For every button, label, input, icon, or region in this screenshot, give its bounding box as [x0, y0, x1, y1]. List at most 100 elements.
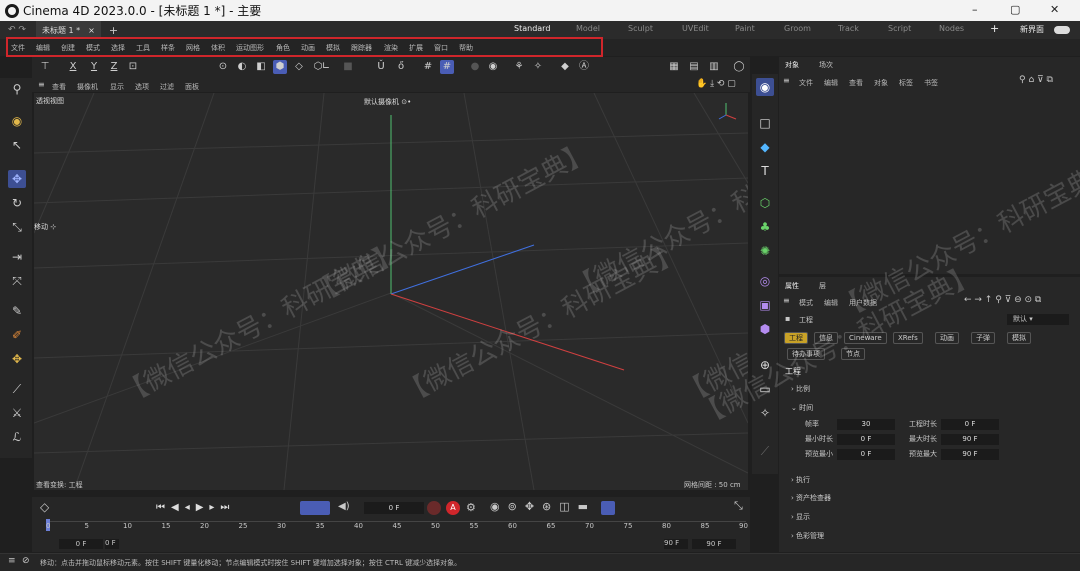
autokey-icon[interactable]: A: [446, 501, 460, 515]
viewport-camera-label[interactable]: 默认摄像机 ⊙•: [364, 97, 411, 107]
field-object-icon[interactable]: ◎: [756, 272, 774, 290]
timeline-start-field-2[interactable]: 0 F: [105, 539, 119, 549]
timeline-start-field[interactable]: 0 F: [59, 539, 103, 549]
snap-settings-icon[interactable]: ő: [394, 60, 408, 74]
layout-tab-model[interactable]: Model: [576, 24, 600, 33]
volume-icon[interactable]: ▣: [756, 296, 774, 314]
layout-tab-sculpt[interactable]: Sculpt: [628, 24, 653, 33]
objects-menu-bookmarks[interactable]: 书签: [924, 78, 938, 88]
section-asset-inspector[interactable]: › 资产检查器: [791, 493, 831, 503]
subdivision-icon[interactable]: ⬡: [756, 194, 774, 212]
field-value[interactable]: 0 F: [941, 419, 999, 430]
keyframe-diamond-icon[interactable]: ◇: [40, 500, 49, 514]
timeline-expand-icon[interactable]: ⤡: [734, 499, 743, 513]
knife-icon[interactable]: ⚔: [8, 404, 26, 422]
axis-tool-icon[interactable]: ⤧: [8, 272, 26, 290]
polygon-mode-icon[interactable]: ⬢: [273, 60, 287, 74]
subtab-animation[interactable]: 动画: [935, 332, 959, 344]
snap-axis-icon[interactable]: ∟: [319, 60, 333, 74]
attributes-menu-icon[interactable]: ≡: [783, 296, 790, 305]
new-interface-toggle[interactable]: [1054, 26, 1070, 34]
cloner-icon[interactable]: ♣: [756, 218, 774, 236]
maximize-button[interactable]: ▢: [1010, 3, 1020, 16]
field-value[interactable]: 0 F: [837, 449, 895, 460]
viewport-menu-filter[interactable]: 过滤: [160, 82, 174, 92]
layout-tab-paint[interactable]: Paint: [735, 24, 755, 33]
deformer-icon[interactable]: ✺: [756, 242, 774, 260]
field-value[interactable]: 90 F: [941, 449, 999, 460]
viewport-navigation-icons[interactable]: ✋ ⤓ ⟲ ▢: [696, 79, 736, 89]
sculpt-icon[interactable]: ℒ: [8, 428, 26, 446]
objects-search-filter-icons[interactable]: ⚲ ⌂ ⊽ ⧉: [1019, 75, 1053, 85]
timeline-end-field[interactable]: 90 F: [664, 539, 688, 549]
viewport-menu-panel[interactable]: 面板: [185, 82, 199, 92]
objects-menu-tags[interactable]: 标签: [899, 78, 913, 88]
section-color-management[interactable]: › 色彩管理: [791, 531, 824, 541]
cube-icon[interactable]: ◆: [756, 138, 774, 156]
solo-icon[interactable]: ■: [341, 60, 355, 74]
objects-menu-view[interactable]: 查看: [849, 78, 863, 88]
attributes-menu-mode[interactable]: 模式: [799, 298, 813, 308]
dynamics-icon[interactable]: ⚘: [512, 60, 526, 74]
scale-tool-icon[interactable]: ⤡: [8, 218, 26, 236]
texture-mode-icon[interactable]: ◐: [235, 60, 249, 74]
live-selection-icon[interactable]: ◉: [8, 112, 26, 130]
spline-rectangle-icon[interactable]: □: [756, 114, 774, 132]
undo-redo-icon[interactable]: ↶ ↷: [8, 25, 26, 35]
current-frame-field[interactable]: 0 F: [364, 502, 424, 514]
search-icon[interactable]: ⚲: [8, 80, 26, 98]
section-time[interactable]: ⌄ 时间: [791, 403, 813, 413]
tab-attributes[interactable]: 属性: [785, 281, 799, 291]
record-icon[interactable]: [427, 501, 441, 515]
grid-snap-icon[interactable]: #: [421, 60, 435, 74]
key-filter-icon[interactable]: [601, 501, 615, 515]
axis-x-button[interactable]: X: [66, 60, 80, 74]
render-picture-viewer-icon[interactable]: ▤: [687, 60, 701, 74]
field-icon[interactable]: ✧: [531, 60, 545, 74]
field-value[interactable]: 30: [837, 419, 895, 430]
spline-sketch-icon[interactable]: ✐: [8, 326, 26, 344]
render-view-icon[interactable]: ▦: [667, 60, 681, 74]
viewport-menu-options[interactable]: 选项: [135, 82, 149, 92]
text-spline-icon[interactable]: T: [756, 162, 774, 180]
objects-menu-edit[interactable]: 编辑: [824, 78, 838, 88]
record-inactive-icon[interactable]: ●: [468, 60, 482, 74]
viewport-menu-view[interactable]: 查看: [52, 82, 66, 92]
layout-tab-standard[interactable]: Standard: [514, 24, 551, 38]
viewport-menu-camera[interactable]: 摄像机: [77, 82, 98, 92]
object-mode-icon[interactable]: ◧: [254, 60, 268, 74]
snap-icon[interactable]: Ǔ: [374, 60, 388, 74]
volume-mesher-icon[interactable]: ⬢: [756, 320, 774, 338]
asset-icon[interactable]: Ⓐ: [577, 60, 591, 74]
preset-dropdown[interactable]: 默认 ▾: [1007, 314, 1069, 325]
section-display[interactable]: › 显示: [791, 512, 810, 522]
perspective-viewport[interactable]: 透视视图 默认摄像机 ⊙• 移动 ⊹ 【微信公众号：科研宝典】 【微信公众号：科…: [34, 93, 748, 490]
field-value[interactable]: 90 F: [941, 434, 999, 445]
edge-mode-icon[interactable]: ◇: [292, 60, 306, 74]
layout-tab-script[interactable]: Script: [888, 24, 911, 33]
subtab-xrefs[interactable]: XRefs: [893, 332, 923, 344]
loop-toggle-icon[interactable]: [300, 501, 330, 515]
layout-tab-uvedit[interactable]: UVEdit: [682, 24, 709, 33]
tab-takes[interactable]: 场次: [819, 60, 833, 70]
close-button[interactable]: ✕: [1050, 3, 1059, 16]
move-tool-icon[interactable]: ✥: [8, 170, 26, 188]
sound-icon[interactable]: ◀): [338, 501, 350, 512]
section-execution[interactable]: › 执行: [791, 475, 810, 485]
render-settings-icon[interactable]: ▥: [707, 60, 721, 74]
layout-tab-nodes[interactable]: Nodes: [939, 24, 964, 33]
world-coordinates-icon[interactable]: ⊡: [126, 60, 140, 74]
playback-controls-icon[interactable]: ⏮◀◂▶▸⏭: [156, 502, 235, 513]
layout-tab-groom[interactable]: Groom: [784, 24, 811, 33]
timeline-end-field-2[interactable]: 90 F: [692, 539, 736, 549]
disabled-tool-icon[interactable]: ⟋: [756, 442, 774, 460]
objects-menu-object[interactable]: 对象: [874, 78, 888, 88]
viewport-menu-icon[interactable]: ≡: [38, 80, 45, 89]
subtab-simulation[interactable]: 模拟: [1007, 332, 1031, 344]
search-commands-icon[interactable]: ◯: [732, 60, 746, 74]
viewport-menu-display[interactable]: 显示: [110, 82, 124, 92]
spline-smooth-icon[interactable]: ✥: [8, 350, 26, 368]
field-value[interactable]: 0 F: [837, 434, 895, 445]
select-arrow-icon[interactable]: ↖: [8, 136, 26, 154]
add-tab-button[interactable]: +: [109, 24, 118, 37]
